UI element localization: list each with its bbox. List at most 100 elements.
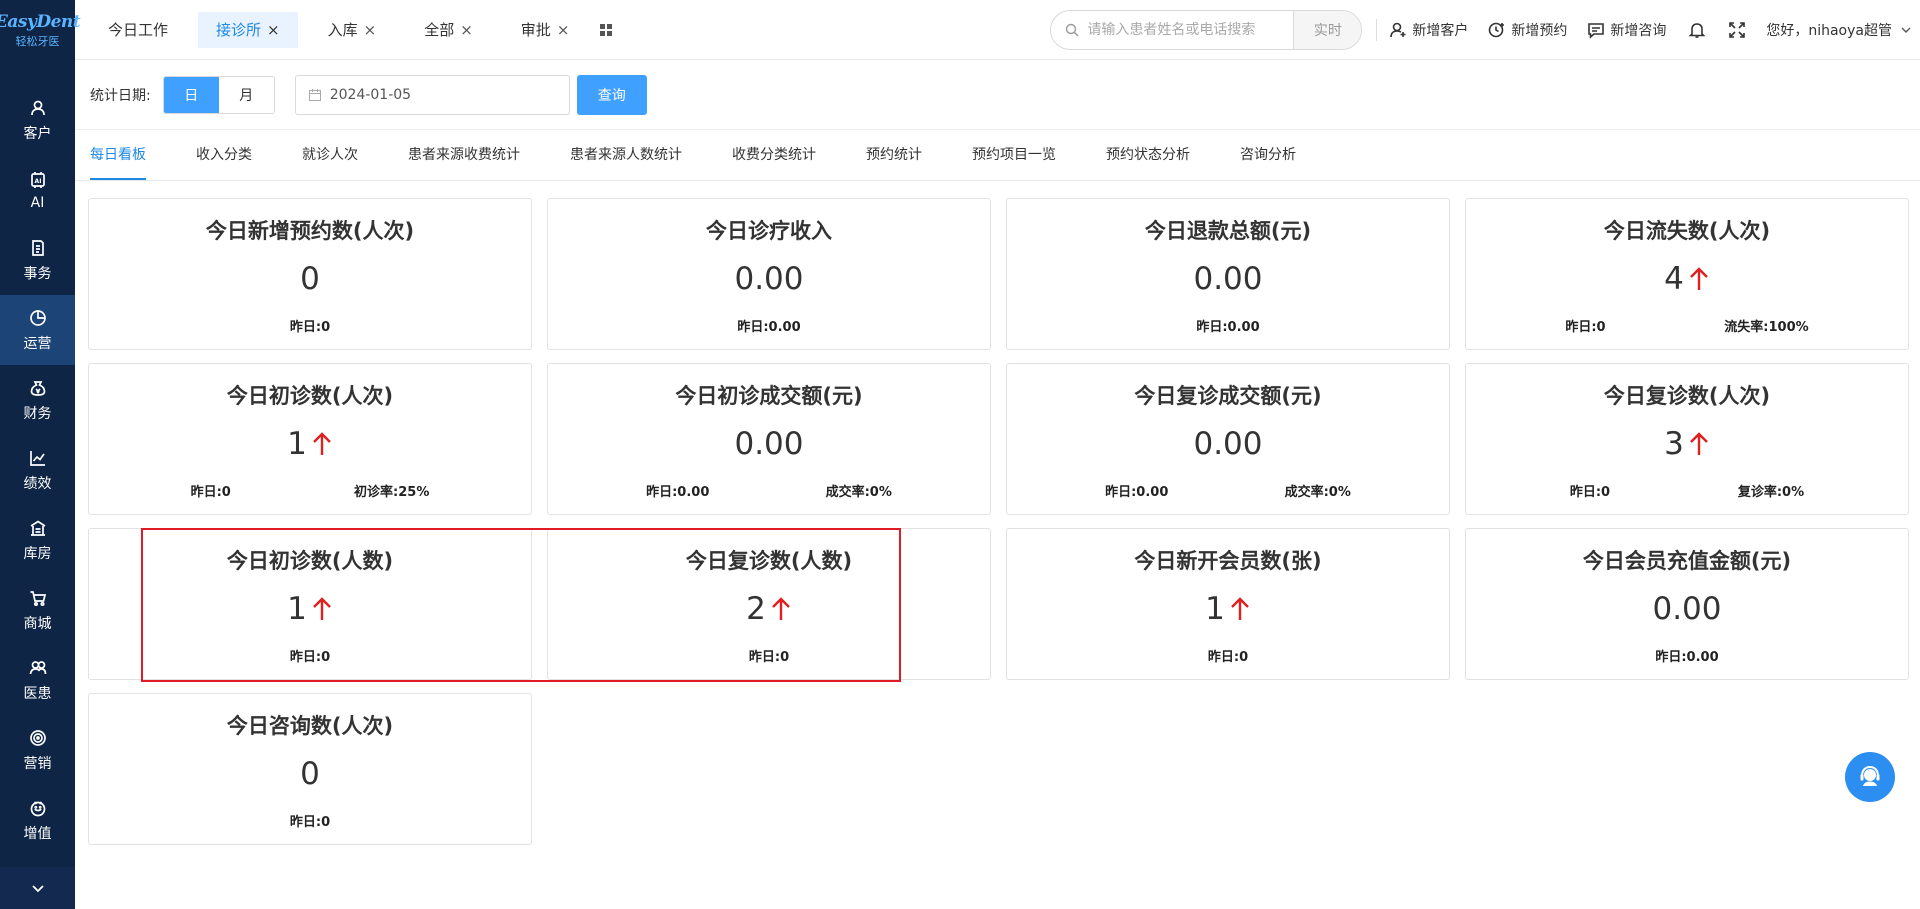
card-footer: 昨日:0: [89, 811, 531, 830]
sidebar-item-label: 医患: [23, 685, 52, 702]
sidebar-item-7[interactable]: 商城: [0, 575, 75, 645]
card-footer: 昨日:0 初诊率:25%: [89, 481, 531, 500]
stat-card: 今日流失数(人次) 4 昨日:0 流失率:100%: [1465, 198, 1909, 350]
close-icon[interactable]: ×: [267, 21, 280, 39]
card-title: 今日会员充值金额(元): [1582, 549, 1792, 573]
close-icon[interactable]: ×: [364, 21, 377, 39]
card-footer: 昨日:0 流失率:100%: [1466, 316, 1908, 335]
tab-1[interactable]: 接诊所 ×: [198, 11, 298, 48]
sidebar-collapse-button[interactable]: [0, 867, 75, 909]
report-tab-0[interactable]: 每日看板: [90, 130, 146, 180]
card-title: 今日复诊数(人数): [685, 549, 853, 573]
card-footer: 昨日:0.00 成交率:0%: [548, 481, 990, 500]
logo[interactable]: EasyDent 轻松牙医: [0, 0, 81, 60]
stat-card: 今日初诊数(人次) 1 昨日:0 初诊率:25%: [88, 363, 532, 515]
sidebar-item-3[interactable]: 运营: [0, 295, 75, 365]
card-value-number: 1: [287, 591, 307, 627]
card-title: 今日复诊成交额(元): [1134, 384, 1322, 408]
search-input[interactable]: [1079, 10, 1294, 49]
query-button[interactable]: 查询: [576, 74, 647, 115]
sidebar-item-1[interactable]: AI AI: [0, 155, 75, 225]
arrow-up-icon: [1231, 597, 1249, 620]
card-rate: 成交率:0%: [1284, 485, 1351, 500]
arrow-up-indicator: [1688, 266, 1710, 292]
user-icon: [28, 98, 48, 118]
caret-down-icon[interactable]: [1900, 24, 1912, 36]
period-day-button[interactable]: 日: [163, 76, 219, 113]
report-tab-9[interactable]: 咨询分析: [1240, 130, 1296, 180]
card-value-number: 0.00: [1193, 426, 1263, 462]
tab-label: 审批: [520, 21, 551, 39]
customer-service-button[interactable]: [1845, 752, 1895, 802]
card-value: 2: [548, 591, 990, 627]
report-tab-5[interactable]: 收费分类统计: [732, 130, 816, 180]
card-value: 0.00: [1007, 261, 1449, 297]
card-yesterday: 昨日:0: [289, 650, 331, 665]
stat-card: 今日复诊数(人次) 3 昨日:0 复诊率:0%: [1465, 363, 1909, 515]
report-tab-8[interactable]: 预约状态分析: [1106, 130, 1190, 180]
card-footer: 昨日:0: [548, 646, 990, 665]
card-yesterday: 昨日:0: [1565, 320, 1606, 335]
arrow-up-indicator: [311, 431, 333, 457]
patient-search: 实时: [1050, 9, 1363, 50]
tab-0[interactable]: 今日工作: [90, 12, 186, 48]
card-value-number: 0.00: [1193, 261, 1263, 297]
new-consult-button[interactable]: 新增咨询: [1587, 20, 1666, 40]
report-tab-4[interactable]: 患者来源人数统计: [570, 130, 682, 180]
card-value: 4: [1466, 261, 1908, 297]
svg-text:AI: AI: [34, 178, 41, 185]
sidebar-item-10[interactable]: 增值: [0, 785, 75, 855]
sidebar-item-label: 绩效: [23, 475, 52, 492]
period-month-button[interactable]: 月: [218, 76, 274, 113]
arrow-up-indicator: [311, 596, 333, 622]
report-tab-1[interactable]: 收入分类: [196, 130, 252, 180]
period-toggle: 日 月: [162, 75, 275, 114]
tab-3[interactable]: 全部 ×: [406, 12, 491, 48]
sidebar-item-4[interactable]: 财务: [0, 365, 75, 435]
arrow-up-icon: [1690, 432, 1708, 455]
sidebar-item-8[interactable]: 医患: [0, 645, 75, 715]
report-tabs: 每日看板 收入分类 就诊人次 患者来源收费统计 患者来源人数统计 收费分类统计 预约统计 预约…: [75, 131, 1920, 181]
logo-subtitle: 轻松牙医: [15, 34, 60, 48]
notification-button[interactable]: [1686, 19, 1708, 41]
date-value: 2024-01-05: [329, 86, 412, 103]
card-value: 0.00: [1007, 426, 1449, 462]
report-tab-3[interactable]: 患者来源收费统计: [408, 130, 520, 180]
tab-4[interactable]: 审批 ×: [503, 12, 588, 48]
new-appointment-button[interactable]: 新增预约: [1488, 20, 1567, 40]
logo-text: EasyDent: [0, 11, 81, 32]
card-yesterday: 昨日:0: [1569, 485, 1611, 500]
sidebar-item-5[interactable]: 绩效: [0, 435, 75, 505]
search-realtime-button[interactable]: 实时: [1293, 10, 1362, 49]
stat-card: 今日新增预约数(人次) 0 昨日:0: [88, 198, 532, 350]
card-footer: 昨日:0 复诊率:0%: [1466, 481, 1908, 500]
card-value: 0.00: [1466, 591, 1908, 627]
close-icon[interactable]: ×: [460, 21, 473, 39]
report-tab-2[interactable]: 就诊人次: [302, 130, 358, 180]
card-footer: 昨日:0: [89, 646, 531, 665]
sidebar-item-6[interactable]: 库房: [0, 505, 75, 575]
card-rate: 成交率:0%: [825, 485, 892, 500]
card-yesterday: 昨日:0: [190, 485, 231, 500]
card-value-number: 0.00: [1652, 591, 1722, 627]
tab-label: 全部: [424, 21, 455, 39]
close-icon[interactable]: ×: [557, 21, 570, 39]
arrow-up-icon: [313, 597, 331, 620]
ai-chip-icon: AI: [28, 170, 48, 190]
add-clock-icon: [1489, 22, 1505, 37]
card-yesterday: 昨日:0: [1207, 650, 1249, 665]
date-picker[interactable]: 2024-01-05: [294, 74, 570, 115]
card-value: 0.00: [548, 426, 990, 462]
sidebar-nav: 客户 AI AI 事务 运营 财务绩效库房 商城医患营销 增值: [0, 85, 75, 855]
user-greeting[interactable]: 您好，nihaoya超管: [1766, 20, 1892, 40]
sidebar-item-9[interactable]: 营销: [0, 715, 75, 785]
sidebar-item-2[interactable]: 事务: [0, 225, 75, 295]
new-customer-button[interactable]: 新增客户: [1389, 20, 1468, 40]
tab-label: 今日工作: [108, 21, 169, 39]
fullscreen-button[interactable]: [1726, 19, 1748, 41]
tab-2[interactable]: 入库 ×: [310, 12, 395, 48]
report-tab-7[interactable]: 预约项目一览: [972, 130, 1056, 180]
report-tab-6[interactable]: 预约统计: [866, 130, 922, 180]
sidebar-item-0[interactable]: 客户: [0, 85, 75, 155]
tabs-grid-button[interactable]: [591, 15, 621, 45]
